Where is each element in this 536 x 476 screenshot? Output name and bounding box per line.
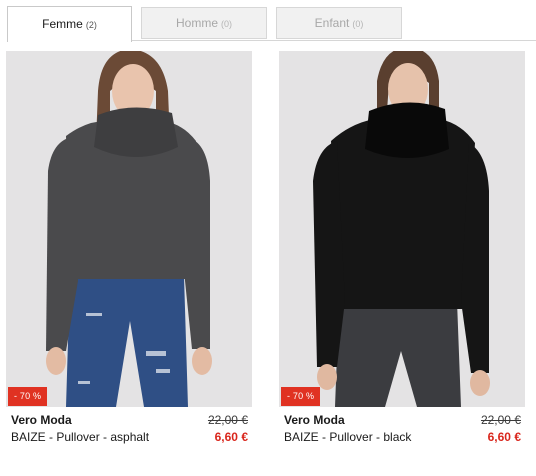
product-image[interactable]: - 70 % [279,51,525,407]
product-image[interactable]: - 70 % [6,51,252,407]
discount-badge: - 70 % [8,387,48,406]
sale-price: 6,60 € [214,430,248,444]
model-photo-illustration [6,51,252,407]
tab-enfant-count: (0) [352,19,364,29]
product-card[interactable]: - 70 % Vero Moda BAIZE - Pullover - blac… [279,51,525,447]
tab-homme-count: (0) [221,19,232,29]
tab-homme[interactable]: Homme (0) [141,7,267,39]
sale-price: 6,60 € [487,430,521,444]
tab-femme-count: (2) [85,20,97,30]
original-price: 22,00 € [480,413,521,427]
product-card[interactable]: - 70 % Vero Moda BAIZE - Pullover - asph… [6,51,252,447]
discount-badge: - 70 % [281,387,321,406]
product-name: BAIZE - Pullover - asphalt [11,430,150,444]
product-info[interactable]: Vero Moda BAIZE - Pullover - black 22,00… [279,407,525,447]
tab-divider-line [130,40,536,41]
tab-enfant-label: Enfant [314,16,350,30]
model-photo-illustration [279,51,525,407]
product-brand: Vero Moda [11,413,72,427]
tab-homme-label: Homme [175,16,218,30]
category-tabs: Femme (2) Homme (0) Enfant (0) [0,0,536,42]
tab-femme-label: Femme [42,17,83,31]
tab-enfant[interactable]: Enfant (0) [276,7,402,39]
product-info[interactable]: Vero Moda BAIZE - Pullover - asphalt 22,… [6,407,252,447]
tab-femme[interactable]: Femme (2) [7,6,132,42]
product-name: BAIZE - Pullover - black [284,430,412,444]
original-price: 22,00 € [207,413,248,427]
product-brand: Vero Moda [284,413,345,427]
